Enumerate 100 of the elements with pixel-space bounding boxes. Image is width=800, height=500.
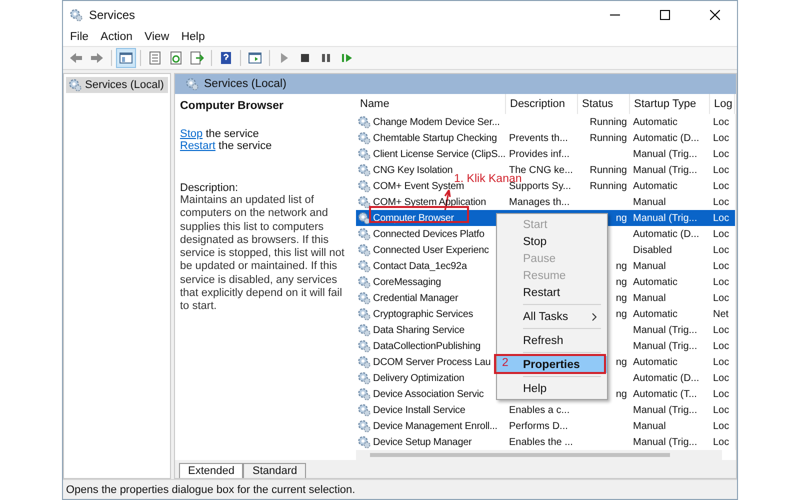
menu-item[interactable]: Refresh: [497, 332, 607, 349]
service-icon: [357, 323, 371, 337]
name-cell[interactable]: Contact Data_1ec92a: [373, 260, 467, 272]
name-cell[interactable]: Delivery Optimization: [373, 372, 464, 384]
name-cell[interactable]: Change Modem Device Ser...: [373, 116, 500, 128]
startup-cell: Manual (Trig...: [633, 164, 698, 176]
name-cell[interactable]: Cryptographic Services: [373, 308, 474, 320]
horizontal-scrollbar[interactable]: [356, 450, 722, 460]
service-icon: [357, 211, 371, 225]
menu-item[interactable]: Help: [497, 380, 607, 397]
menu-item[interactable]: Action: [96, 30, 138, 44]
name-cell[interactable]: Device Install Service: [373, 404, 466, 416]
logon-cell: Loc: [713, 276, 730, 288]
app-icon: [69, 8, 83, 22]
tree-pane-icon[interactable]: [117, 49, 135, 67]
logon-cell: Loc: [713, 388, 730, 400]
description-label: Description:: [180, 182, 240, 194]
logon-cell: Loc: [713, 436, 730, 448]
startup-cell: Manual (Trig...: [633, 148, 698, 160]
logon-cell: Loc: [713, 292, 730, 304]
menu-item[interactable]: Help: [176, 30, 210, 44]
name-cell[interactable]: Device Setup Manager: [373, 436, 472, 448]
name-cell[interactable]: CNG Key Isolation: [373, 164, 453, 176]
step-number: 2: [502, 357, 508, 369]
column-header[interactable]: Log: [710, 94, 735, 114]
service-icon: [357, 147, 371, 161]
service-icon: [357, 387, 371, 401]
service-icon: [357, 259, 371, 273]
startup-cell: Automatic (D...: [633, 132, 700, 144]
column-header[interactable]: Status: [578, 94, 630, 114]
column-header[interactable]: Startup Type: [630, 94, 710, 114]
action-link[interactable]: Restart: [180, 140, 216, 152]
name-cell[interactable]: CoreMessaging: [373, 276, 442, 288]
name-cell[interactable]: COM+ Event System: [373, 180, 464, 192]
startup-cell: Automatic: [633, 356, 678, 368]
service-icon: [357, 115, 371, 129]
description-cell: Supports Sy...: [509, 180, 572, 192]
menu-item[interactable]: File: [65, 30, 94, 44]
description-cell: Enables a c...: [509, 404, 570, 416]
name-cell[interactable]: DCOM Server Process Lau: [373, 356, 491, 368]
column-header[interactable]: Name: [356, 94, 506, 114]
name-cell[interactable]: Chemtable Startup Checking: [373, 132, 497, 144]
startup-cell: Automatic: [633, 116, 678, 128]
close-icon[interactable]: [710, 10, 720, 20]
view-tab[interactable]: Extended: [179, 463, 244, 478]
logon-cell: Loc: [713, 340, 730, 352]
service-icon: [357, 227, 371, 241]
name-cell[interactable]: Data Sharing Service: [373, 324, 464, 336]
vertical-scrollbar[interactable]: [735, 114, 736, 450]
window-title: Services: [89, 8, 136, 22]
description-cell: Enables the ...: [509, 436, 573, 448]
name-cell[interactable]: Connected User Experienc: [373, 244, 489, 256]
name-cell[interactable]: Credential Manager: [373, 292, 458, 304]
service-title: Computer Browser: [180, 100, 285, 112]
menu-item[interactable]: View: [140, 30, 174, 44]
logon-cell: Loc: [713, 324, 730, 336]
startup-cell: Manual (Trig...: [633, 340, 698, 352]
logon-cell: Loc: [713, 228, 730, 240]
action-sentence: Restart the service: [180, 140, 273, 152]
name-cell[interactable]: DataCollectionPublishing: [373, 340, 481, 352]
panel-title: Services (Local): [204, 78, 286, 90]
status-cell: Running: [590, 116, 627, 128]
view-tab[interactable]: Standard: [243, 463, 306, 478]
action-link[interactable]: Stop: [180, 128, 203, 140]
menu-item[interactable]: All Tasks: [497, 308, 607, 325]
name-cell[interactable]: Connected Devices Platfo: [373, 228, 484, 240]
name-cell[interactable]: Device Association Servic: [373, 388, 484, 400]
service-icon: [357, 179, 371, 193]
service-icon: [357, 131, 371, 145]
description-cell: Prevents th...: [509, 132, 568, 144]
chevron-icon: [592, 312, 597, 320]
logon-cell: Loc: [713, 180, 730, 192]
logon-cell: Loc: [713, 260, 730, 272]
export-icon[interactable]: [188, 49, 206, 67]
description-cell: Provides inf...: [509, 148, 570, 160]
column-header[interactable]: Description: [506, 94, 578, 114]
maximize-icon[interactable]: [660, 10, 670, 20]
startup-cell: Automatic (D...: [633, 372, 700, 384]
tree-item[interactable]: Services (Local): [66, 77, 168, 93]
service-icon: [357, 435, 371, 449]
startup-cell: Manual (Trig...: [633, 324, 698, 336]
status-cell: Running: [590, 132, 627, 144]
description-cell: Performs D...: [509, 420, 568, 432]
service-icon: [357, 195, 371, 209]
startup-cell: Automatic: [633, 180, 678, 192]
menu-item[interactable]: Stop: [497, 233, 607, 250]
name-cell[interactable]: Computer Browser: [373, 212, 454, 224]
startup-cell: Manual: [633, 292, 666, 304]
status-cell: Running: [590, 164, 627, 176]
status-cell: ng: [616, 308, 627, 320]
startup-cell: Manual (Trig...: [633, 436, 698, 448]
name-cell[interactable]: Client License Service (ClipS...: [373, 148, 506, 160]
description-cell: Manages th...: [509, 196, 570, 208]
logon-cell: Loc: [713, 164, 730, 176]
description-cell: The CNG ke...: [509, 164, 573, 176]
startup-cell: Automatic (D...: [633, 228, 700, 240]
service-icon: [357, 163, 371, 177]
status-cell: ng: [616, 276, 627, 288]
name-cell[interactable]: Device Management Enroll...: [373, 420, 498, 432]
menu-item[interactable]: Restart: [497, 284, 607, 301]
